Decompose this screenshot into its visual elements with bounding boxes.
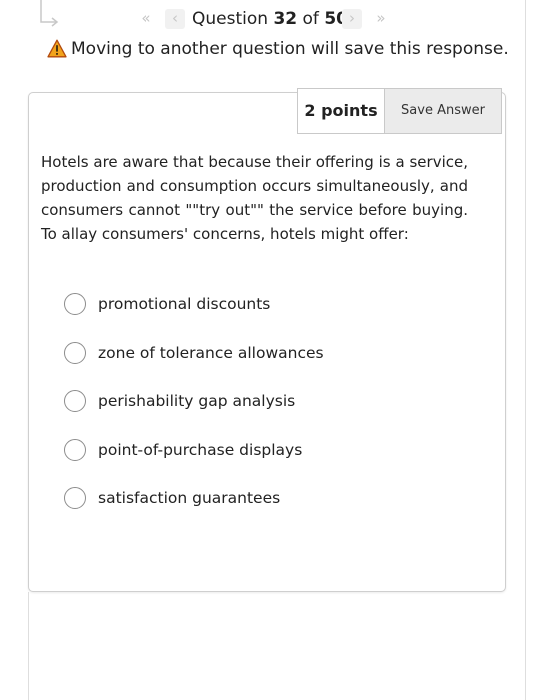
answer-option[interactable]: satisfaction guarantees (64, 486, 464, 512)
option-label: point-of-purchase displays (98, 441, 303, 459)
option-label: promotional discounts (98, 295, 271, 313)
page-edge-divider (525, 0, 526, 700)
radio-button[interactable] (64, 342, 86, 364)
radio-button[interactable] (64, 487, 86, 509)
question-navigation: « ‹ Question 32 of 50 › » (0, 7, 535, 31)
question-counter: Question 32 of 50 (192, 7, 348, 31)
radio-button[interactable] (64, 390, 86, 412)
answer-option[interactable]: promotional discounts (64, 292, 464, 318)
next-question-button[interactable]: › (342, 9, 362, 29)
previous-question-button[interactable]: ‹ (165, 9, 185, 29)
current-question-number: 32 (273, 9, 298, 29)
last-question-button[interactable]: » (371, 9, 391, 29)
radio-button[interactable] (64, 439, 86, 461)
of-word: of (302, 9, 319, 29)
warning-message: Moving to another question will save thi… (71, 39, 509, 59)
radio-button[interactable] (64, 293, 86, 315)
option-label: zone of tolerance allowances (98, 344, 324, 362)
answer-option[interactable]: perishability gap analysis (64, 389, 464, 415)
page-edge-divider (28, 592, 29, 700)
points-label: 2 points (297, 88, 385, 134)
first-question-button[interactable]: « (136, 9, 156, 29)
answer-option[interactable]: point-of-purchase displays (64, 438, 464, 464)
option-label: satisfaction guarantees (98, 489, 281, 507)
option-label: perishability gap analysis (98, 392, 296, 410)
save-answer-button[interactable]: Save Answer (385, 88, 502, 134)
question-word: Question (192, 9, 269, 29)
warning-triangle-icon (47, 39, 67, 58)
question-text: Hotels are aware that because their offe… (41, 153, 468, 243)
answer-option[interactable]: zone of tolerance allowances (64, 341, 464, 367)
